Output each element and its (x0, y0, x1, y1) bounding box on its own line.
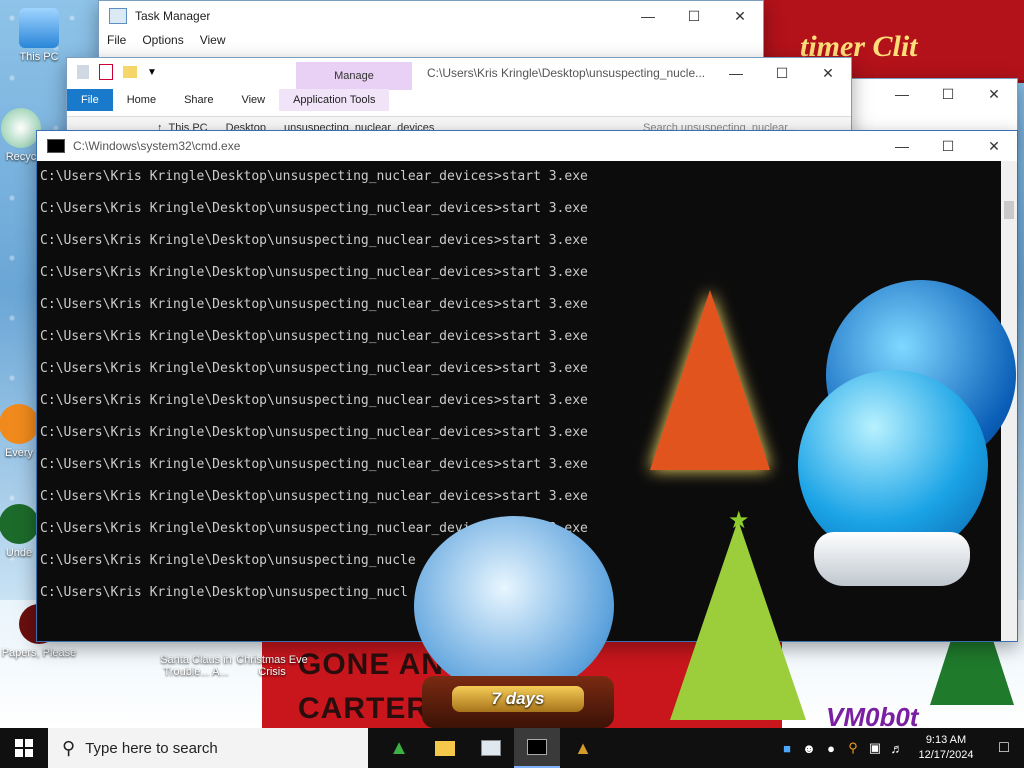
clock[interactable]: 9:13 AM 12/17/2024 (908, 733, 984, 763)
windows-logo-icon (15, 739, 33, 757)
menu-file[interactable]: File (107, 33, 126, 47)
tab-view[interactable]: View (227, 89, 279, 111)
taskbar-app-file-explorer[interactable] (422, 728, 468, 768)
desktop-icon-label: Papers, Please (1, 647, 77, 659)
volume-icon[interactable]: ♬ (886, 741, 908, 756)
desktop-icon-christmas-eve-crisis[interactable]: Christmas Eve Crisis (232, 654, 312, 678)
desktop-icon-label: Recyc (5, 151, 37, 163)
spiral-christmas-tree-gadget (650, 290, 770, 470)
console-line: C:\Users\Kris Kringle\Desktop\unsuspecti… (40, 265, 588, 280)
desktop-icon-label: Christmas Eve Crisis (236, 654, 308, 678)
terminal-icon (47, 139, 65, 153)
tree-icon: ▲ (389, 736, 409, 759)
console-line: C:\Users\Kris Kringle\Desktop\unsuspecti… (40, 169, 588, 184)
task-manager-window[interactable]: Task Manager — ☐ ✕ File Options View (98, 0, 764, 62)
task-manager-titlebar[interactable]: Task Manager — ☐ ✕ (99, 1, 763, 31)
recycle-bin-icon (1, 108, 41, 148)
close-button[interactable]: ✕ (805, 58, 851, 88)
drop-icon[interactable]: ● (820, 741, 842, 756)
taskbar-app-task-manager[interactable] (468, 728, 514, 768)
poster-line-1: GONE AN (298, 648, 444, 681)
computer-icon (19, 8, 59, 48)
desktop-icon-label: This PC (19, 51, 59, 63)
chevron-down-icon[interactable]: ▼ (147, 67, 157, 78)
new-folder-icon[interactable] (123, 66, 137, 78)
close-button[interactable]: ✕ (717, 1, 763, 31)
cmd-titlebar[interactable]: C:\Windows\system32\cmd.exe — ☐ ✕ (37, 131, 1017, 161)
task-manager-menubar: File Options View (99, 31, 763, 49)
minimize-button[interactable]: — (879, 131, 925, 161)
window-title: C:\Windows\system32\cmd.exe (73, 139, 241, 153)
clock-date: 12/17/2024 (918, 749, 974, 761)
window-title: C:\Users\Kris Kringle\Desktop\unsuspecti… (427, 66, 706, 80)
taskbar-app-christmas[interactable]: ▲ (376, 728, 422, 768)
people-icon[interactable]: ☻ (798, 741, 820, 756)
taskbar-search-box[interactable]: ⚲ Type here to search (48, 728, 368, 768)
maximize-button[interactable]: ☐ (671, 1, 717, 31)
decorated-tree-gadget (670, 520, 806, 720)
tab-file[interactable]: File (67, 89, 113, 111)
desktop-icon-label: Santa Claus in Trouble... A... (160, 654, 232, 678)
minimize-button[interactable]: — (879, 79, 925, 109)
network-icon[interactable]: ▣ (864, 740, 886, 756)
minimize-button[interactable]: — (713, 58, 759, 88)
maximize-button[interactable]: ☐ (925, 131, 971, 161)
taskbar-app-cmd[interactable] (514, 728, 560, 768)
task-manager-icon (481, 740, 501, 756)
snowman-snow-globe-gadget (414, 516, 614, 696)
task-manager-icon (109, 8, 127, 24)
file-explorer-window[interactable]: ▼ Manage C:\Users\Kris Kringle\Desktop\u… (66, 57, 852, 139)
taskbar: ⚲ Type here to search ▲ ▲ ■ ☻ ● ⚲ ▣ ♬ 9:… (0, 728, 1024, 768)
desktop-icon-label: Every (4, 447, 34, 459)
desktop-icon-label: Unde (5, 547, 33, 559)
system-tray: ■ ☻ ● ⚲ ▣ ♬ 9:13 AM 12/17/2024 □ (776, 728, 1024, 768)
minimize-button[interactable]: — (625, 1, 671, 31)
square-app-icon[interactable]: ■ (776, 741, 798, 756)
star-icon: ★ (728, 507, 750, 534)
quick-access-toolbar: ▼ (77, 64, 157, 80)
desktop-icon-this-pc[interactable]: This PC (0, 8, 78, 63)
ribbon-tabs: File Home Share View Application Tools (67, 89, 851, 111)
folder-icon (435, 740, 455, 756)
pin-icon[interactable] (77, 65, 89, 79)
console-line: C:\Users\Kris Kringle\Desktop\unsuspecti… (40, 201, 588, 216)
countdown-days-label: 7 days (452, 686, 584, 712)
tab-home[interactable]: Home (113, 89, 170, 111)
game-shortcut-icon (0, 504, 39, 544)
tree-icon: ▲ (574, 737, 592, 758)
poster-line-2: CARTER (298, 692, 429, 725)
close-button[interactable]: ✕ (971, 79, 1017, 109)
tab-application-tools[interactable]: Application Tools (279, 89, 390, 111)
crystal-ball-stand (814, 532, 970, 586)
menu-options[interactable]: Options (142, 33, 183, 47)
menu-view[interactable]: View (200, 33, 226, 47)
tab-share[interactable]: Share (170, 89, 227, 111)
explorer-window-background[interactable]: — ☐ ✕ (850, 78, 1018, 136)
console-line: C:\Users\Kris Kringle\Desktop\unsuspecti… (40, 233, 588, 248)
tab-manage[interactable]: Manage (296, 62, 412, 90)
search-placeholder: Type here to search (85, 739, 218, 757)
clock-time: 9:13 AM (925, 734, 967, 746)
search-app-icon[interactable]: ⚲ (842, 740, 864, 756)
app-shortcut-icon (0, 404, 39, 444)
terminal-icon (527, 739, 547, 755)
search-icon: ⚲ (62, 737, 76, 758)
desktop-icon-santa-claus[interactable]: Santa Claus in Trouble... A... (156, 654, 236, 678)
properties-icon[interactable] (99, 64, 113, 80)
maximize-button[interactable]: ☐ (759, 58, 805, 88)
window-title: Task Manager (135, 9, 211, 23)
scrollbar-thumb[interactable] (1004, 201, 1014, 219)
maximize-button[interactable]: ☐ (925, 79, 971, 109)
close-button[interactable]: ✕ (971, 131, 1017, 161)
start-button[interactable] (0, 728, 48, 768)
notification-icon[interactable]: □ (984, 739, 1024, 757)
taskbar-app-gadget[interactable]: ▲ (560, 728, 606, 768)
